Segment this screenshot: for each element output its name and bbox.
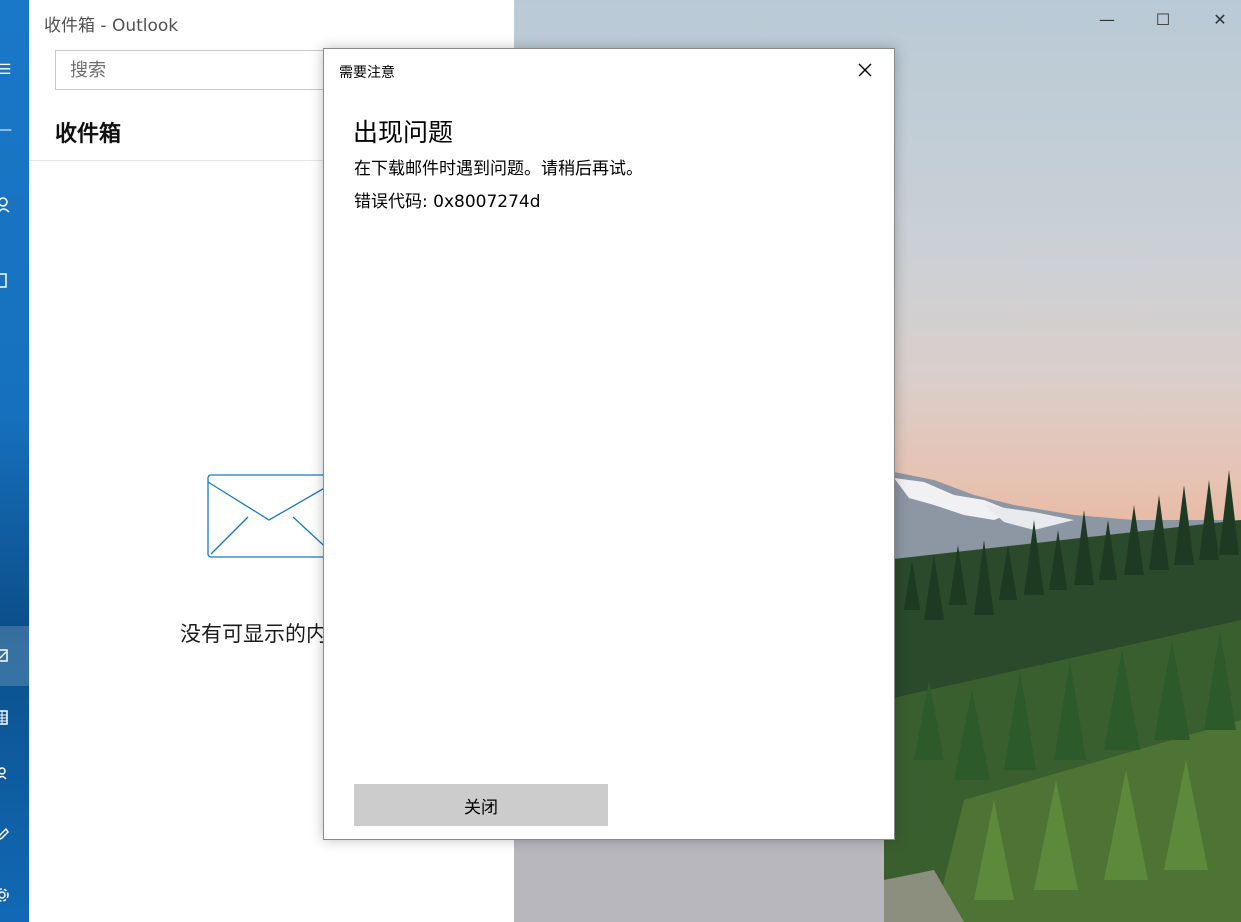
people-icon[interactable] (0, 766, 13, 782)
dialog-title: 需要注意 (339, 65, 395, 81)
mail-icon[interactable] (0, 648, 13, 664)
minimize-icon[interactable]: — (1092, 10, 1122, 29)
window-title: 收件箱 - Outlook (44, 16, 179, 36)
window-close-icon[interactable]: ✕ (1205, 10, 1235, 29)
search-input[interactable] (55, 50, 355, 90)
person-icon[interactable] (0, 197, 13, 213)
gear-icon[interactable] (0, 887, 13, 903)
maximize-icon[interactable]: ☐ (1148, 10, 1178, 29)
plus-icon[interactable]: — (0, 122, 13, 138)
empty-state-text: 没有可显示的内容 (180, 622, 323, 646)
nav-rail: ☰ — (0, 0, 29, 922)
envelope-icon (207, 474, 337, 558)
error-code: 错误代码: 0x8007274d (354, 192, 541, 212)
close-button[interactable]: 关闭 (354, 784, 608, 826)
folder-icon[interactable] (0, 273, 13, 289)
dialog-close-icon[interactable] (850, 55, 880, 85)
hamburger-icon[interactable]: ☰ (0, 62, 13, 78)
dialog-heading: 出现问题 (353, 118, 454, 147)
error-dialog: 需要注意 出现问题 在下载邮件时遇到问题。请稍后再试。 错误代码: 0x8007… (323, 48, 895, 840)
calendar-icon[interactable] (0, 709, 13, 725)
edit-icon[interactable] (0, 826, 13, 842)
dialog-message: 在下载邮件时遇到问题。请稍后再试。 (354, 159, 643, 179)
folder-heading: 收件箱 (55, 122, 122, 147)
